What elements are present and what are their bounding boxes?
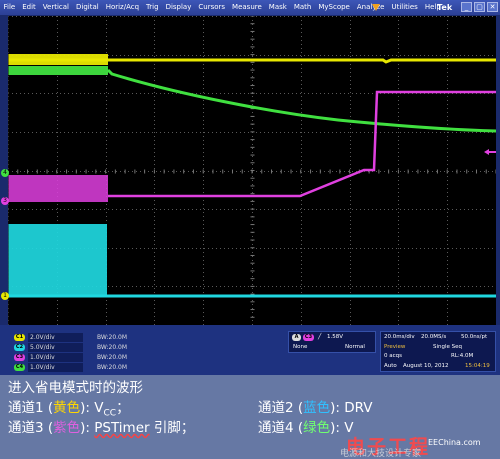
acquisition-state: Preview xyxy=(384,344,406,350)
ch1-caption-sub: CC xyxy=(103,408,117,419)
ch2-caption-suffix: ): DRV xyxy=(330,400,373,416)
ch4-noise-band xyxy=(8,66,108,75)
waveform-display[interactable] xyxy=(8,16,496,325)
menu-edit[interactable]: Edit xyxy=(19,0,40,15)
ch2-burst-block xyxy=(8,224,107,296)
ch4-caption-prefix: 通道4 ( xyxy=(258,420,304,436)
ch2-volts-per-div: 5.0V/div xyxy=(28,343,83,352)
trigger-mode: Normal xyxy=(345,344,365,350)
trigger-auto-mode: Auto xyxy=(384,363,397,369)
menu-file[interactable]: File xyxy=(0,0,19,15)
brand-logo: Tek xyxy=(437,3,453,12)
record-length: RL:4.0M xyxy=(451,353,474,359)
ch3-ground-marker[interactable]: 3 xyxy=(1,197,9,205)
watermark-subtitle: 电源和大技设计专家 xyxy=(340,449,422,459)
ch4-badge: C4 xyxy=(14,364,25,371)
ch1-caption-suffix: ): V xyxy=(80,400,104,416)
acquisition-mode: Single Seq xyxy=(433,344,463,350)
ch3-caption-color: 紫色 xyxy=(53,420,81,436)
caption-channel-3: 通道3 (紫色): PSTimer 引脚； xyxy=(8,419,194,437)
site-label: EEChina.com xyxy=(428,438,481,447)
ch4-readout[interactable]: C4 1.0V/div BW:20.0M xyxy=(14,363,127,372)
ch3-caption-signal: PSTimer xyxy=(94,420,150,436)
capture-time: 15:04:19 xyxy=(465,363,490,369)
ch3-caption-end: 引脚； xyxy=(149,420,195,436)
menu-myscope[interactable]: MyScope xyxy=(315,0,354,15)
ch1-readout[interactable]: C1 2.0V/div BW:20.0M xyxy=(14,333,127,342)
menu-measure[interactable]: Measure xyxy=(229,0,266,15)
ch2-caption-color: 蓝色 xyxy=(303,400,331,416)
menu-math[interactable]: Math xyxy=(290,0,315,15)
ch3-bandwidth: BW:20.0M xyxy=(97,354,128,361)
ch2-readout[interactable]: C2 5.0V/div BW:20.0M xyxy=(14,343,127,352)
caption-title: 进入省电模式时的波形 xyxy=(8,380,143,396)
ch1-caption-color: 黄色 xyxy=(53,400,81,416)
restore-button[interactable]: ▢ xyxy=(474,2,485,12)
ch3-level-arrow xyxy=(484,149,489,155)
horizontal-scale: 20.0ms/div xyxy=(384,334,415,340)
caption-channel-4: 通道4 (绿色): V xyxy=(258,419,354,437)
acquisition-count: 0 acqs xyxy=(384,353,402,359)
minimize-button[interactable]: _ xyxy=(461,2,472,12)
window-controls: _ ▢ ✕ xyxy=(461,2,498,12)
ch1-badge: C1 xyxy=(14,334,25,341)
menu-vertical[interactable]: Vertical xyxy=(39,0,72,15)
trigger-position-icon[interactable] xyxy=(372,4,380,11)
trigger-level: 1.58V xyxy=(327,334,344,340)
menu-trig[interactable]: Trig xyxy=(143,0,163,15)
caption-channel-2: 通道2 (蓝色): DRV xyxy=(258,399,373,417)
ch1-caption-prefix: 通道1 ( xyxy=(8,400,54,416)
oscilloscope-window: File Edit Vertical Digital Horiz/Acq Tri… xyxy=(0,0,500,375)
ch3-noise-band xyxy=(8,175,108,202)
menu-display[interactable]: Display xyxy=(162,0,195,15)
trigger-position-bar xyxy=(362,0,438,15)
ch1-caption-end: ； xyxy=(116,400,130,416)
ch3-volts-per-div: 1.0V/div xyxy=(28,353,83,362)
menu-mask[interactable]: Mask xyxy=(265,0,290,15)
ch4-ground-marker[interactable]: 4 xyxy=(1,169,9,177)
ch1-bandwidth: BW:20.0M xyxy=(97,334,128,341)
trigger-readout[interactable]: A C3 ╱ 1.58V None Normal xyxy=(288,331,376,353)
sample-rate: 20.0MS/s xyxy=(421,334,447,340)
ch1-ground-marker[interactable]: 1 xyxy=(1,292,9,300)
waveform-canvas xyxy=(8,16,496,325)
trigger-source-badge: C3 xyxy=(303,334,314,341)
trigger-type-badge: A xyxy=(292,334,301,341)
trigger-slope-icon: ╱ xyxy=(318,334,322,340)
timebase-readout[interactable]: 20.0ms/div 20.0MS/s 50.0ns/pt Preview Si… xyxy=(380,331,496,372)
ch3-caption-prefix: 通道3 ( xyxy=(8,420,54,436)
ch3-readout[interactable]: C3 1.0V/div BW:20.0M xyxy=(14,353,127,362)
ch3-caption-suffix: ): xyxy=(80,420,95,436)
capture-date: August 10, 2012 xyxy=(403,363,449,369)
resolution: 50.0ns/pt xyxy=(461,334,488,340)
menu-cursors[interactable]: Cursors xyxy=(195,0,229,15)
menu-horiz-acq[interactable]: Horiz/Acq xyxy=(102,0,142,15)
ch4-caption-color: 绿色 xyxy=(303,420,331,436)
close-button[interactable]: ✕ xyxy=(487,2,498,12)
menu-digital[interactable]: Digital xyxy=(72,0,102,15)
ch3-badge: C3 xyxy=(14,354,25,361)
ch1-volts-per-div: 2.0V/div xyxy=(28,333,83,342)
ch2-badge: C2 xyxy=(14,344,25,351)
ch2-caption-prefix: 通道2 ( xyxy=(258,400,304,416)
ch4-volts-per-div: 1.0V/div xyxy=(28,363,83,372)
ch2-bandwidth: BW:20.0M xyxy=(97,344,128,351)
trigger-coupling: None xyxy=(293,344,308,350)
ch4-bandwidth: BW:20.0M xyxy=(97,364,128,371)
